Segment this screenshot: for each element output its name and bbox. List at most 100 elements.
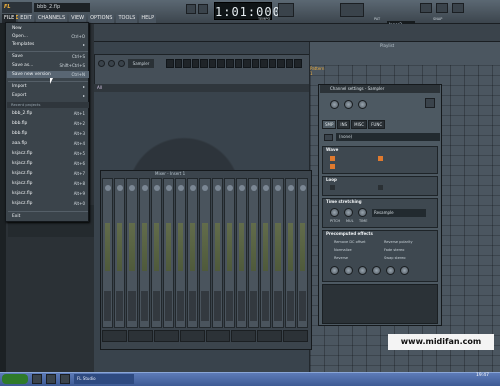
menu-item-save-as[interactable]: Save as... <box>12 63 33 68</box>
mixer-strip[interactable] <box>199 178 211 328</box>
step[interactable] <box>174 59 183 68</box>
wave-checkbox[interactable] <box>378 156 383 161</box>
send-slot[interactable] <box>231 330 257 342</box>
pitch-knob[interactable] <box>330 208 339 217</box>
volume-fader[interactable] <box>140 291 148 321</box>
channel-mute-led[interactable] <box>98 60 105 67</box>
pan-knob[interactable] <box>238 185 245 191</box>
mixer-strip[interactable] <box>138 178 150 328</box>
stop-button[interactable] <box>198 4 208 14</box>
sample-waveform-view[interactable] <box>322 284 438 324</box>
send-slot[interactable] <box>257 330 283 342</box>
menu-item-save-new-version[interactable]: Save new version <box>12 72 51 77</box>
step[interactable] <box>217 59 225 68</box>
volume-fader[interactable] <box>128 291 136 321</box>
mixer-strip[interactable] <box>150 178 162 328</box>
effect-sus-knob[interactable] <box>386 266 395 275</box>
toolbar-icon[interactable] <box>436 3 448 13</box>
pan-knob[interactable] <box>251 185 258 191</box>
volume-fader[interactable] <box>152 291 160 321</box>
step[interactable] <box>294 59 302 68</box>
pan-knob[interactable] <box>165 185 172 191</box>
pan-knob[interactable] <box>226 185 233 191</box>
mixer-strip[interactable] <box>223 178 235 328</box>
channel-pitch-knob[interactable] <box>358 100 367 109</box>
mixer-strip[interactable] <box>260 178 272 328</box>
recent-item[interactable]: bbb_2.flp <box>12 111 32 116</box>
tempo-knob[interactable] <box>278 3 294 17</box>
quicklaunch-icon[interactable] <box>46 374 56 384</box>
effect-dec-knob[interactable] <box>372 266 381 275</box>
effect-option[interactable]: Fade stereo <box>384 248 404 252</box>
loop-checkbox[interactable] <box>330 185 335 190</box>
step[interactable] <box>260 59 268 68</box>
menu-item-save[interactable]: Save <box>12 54 23 59</box>
mixer-strip[interactable] <box>235 178 248 328</box>
effect-option[interactable]: Reverse <box>334 256 348 260</box>
channel-pan-knob[interactable] <box>108 60 115 67</box>
effect-in-knob[interactable] <box>330 266 339 275</box>
volume-fader[interactable] <box>298 291 306 321</box>
wave-checkbox[interactable] <box>330 156 335 161</box>
channel-filter-select[interactable]: All <box>94 84 314 92</box>
mixer-strip[interactable] <box>284 178 296 328</box>
effect-rel-knob[interactable] <box>400 266 409 275</box>
channel-volume-knob[interactable] <box>118 60 125 67</box>
mixer-strip[interactable] <box>272 178 284 328</box>
recent-item[interactable]: ksjacz.flp <box>12 151 32 156</box>
start-button[interactable] <box>2 374 28 384</box>
recent-item[interactable]: ksjacz.flp <box>12 201 32 206</box>
mul-knob[interactable] <box>344 208 353 217</box>
recent-item[interactable]: ksjacz.flp <box>12 181 32 186</box>
pan-knob[interactable] <box>299 185 306 191</box>
effect-att-knob[interactable] <box>358 266 367 275</box>
volume-fader[interactable] <box>262 291 270 321</box>
volume-fader[interactable] <box>104 291 112 321</box>
volume-fader[interactable] <box>286 291 294 321</box>
step-grid[interactable] <box>166 59 302 68</box>
send-slot[interactable] <box>102 330 127 342</box>
send-slot[interactable] <box>205 330 231 342</box>
menu-tools[interactable]: TOOLS <box>116 14 138 23</box>
send-slot[interactable] <box>179 330 205 342</box>
step[interactable] <box>268 59 277 68</box>
menu-item-export[interactable]: Export <box>12 93 26 98</box>
volume-fader[interactable] <box>274 291 282 321</box>
menu-options[interactable]: OPTIONS <box>88 14 115 23</box>
effect-option[interactable]: Swap stereo <box>384 256 406 260</box>
effect-out-knob[interactable] <box>344 266 353 275</box>
volume-fader[interactable] <box>250 291 258 321</box>
channel-volume-knob[interactable] <box>344 100 353 109</box>
volume-fader[interactable] <box>201 291 209 321</box>
step[interactable] <box>285 59 294 68</box>
step[interactable] <box>183 59 191 68</box>
step[interactable] <box>234 59 243 68</box>
mixer-strip[interactable] <box>296 178 308 328</box>
recent-item[interactable]: ksjacz.flp <box>12 161 32 166</box>
step[interactable] <box>251 59 260 68</box>
tab-misc[interactable]: MISC <box>351 120 368 129</box>
pan-knob[interactable] <box>141 185 148 191</box>
mixer-strip[interactable] <box>187 178 199 328</box>
volume-fader[interactable] <box>237 291 246 321</box>
channel-window-close-icon[interactable] <box>425 98 435 108</box>
pan-knob[interactable] <box>263 185 270 191</box>
step[interactable] <box>243 59 251 68</box>
pan-knob[interactable] <box>117 185 124 191</box>
mixer-strip[interactable] <box>102 178 114 328</box>
recent-item[interactable]: aaa.flp <box>12 141 27 146</box>
tab-ins[interactable]: INS <box>337 120 351 129</box>
pan-knob[interactable] <box>105 185 111 191</box>
step[interactable] <box>208 59 217 68</box>
wave-checkbox[interactable] <box>330 164 335 169</box>
volume-fader[interactable] <box>116 291 124 321</box>
tab-func[interactable]: FUNC <box>368 120 386 129</box>
step[interactable] <box>225 59 234 68</box>
pan-knob[interactable] <box>129 185 136 191</box>
pan-knob[interactable] <box>275 185 282 191</box>
effect-option[interactable]: Remove DC offset <box>334 240 365 244</box>
menu-item-templates[interactable]: Templates <box>12 42 34 47</box>
mixer-strip[interactable] <box>162 178 175 328</box>
effect-option[interactable]: Normalize <box>334 248 352 252</box>
volume-fader[interactable] <box>189 291 197 321</box>
